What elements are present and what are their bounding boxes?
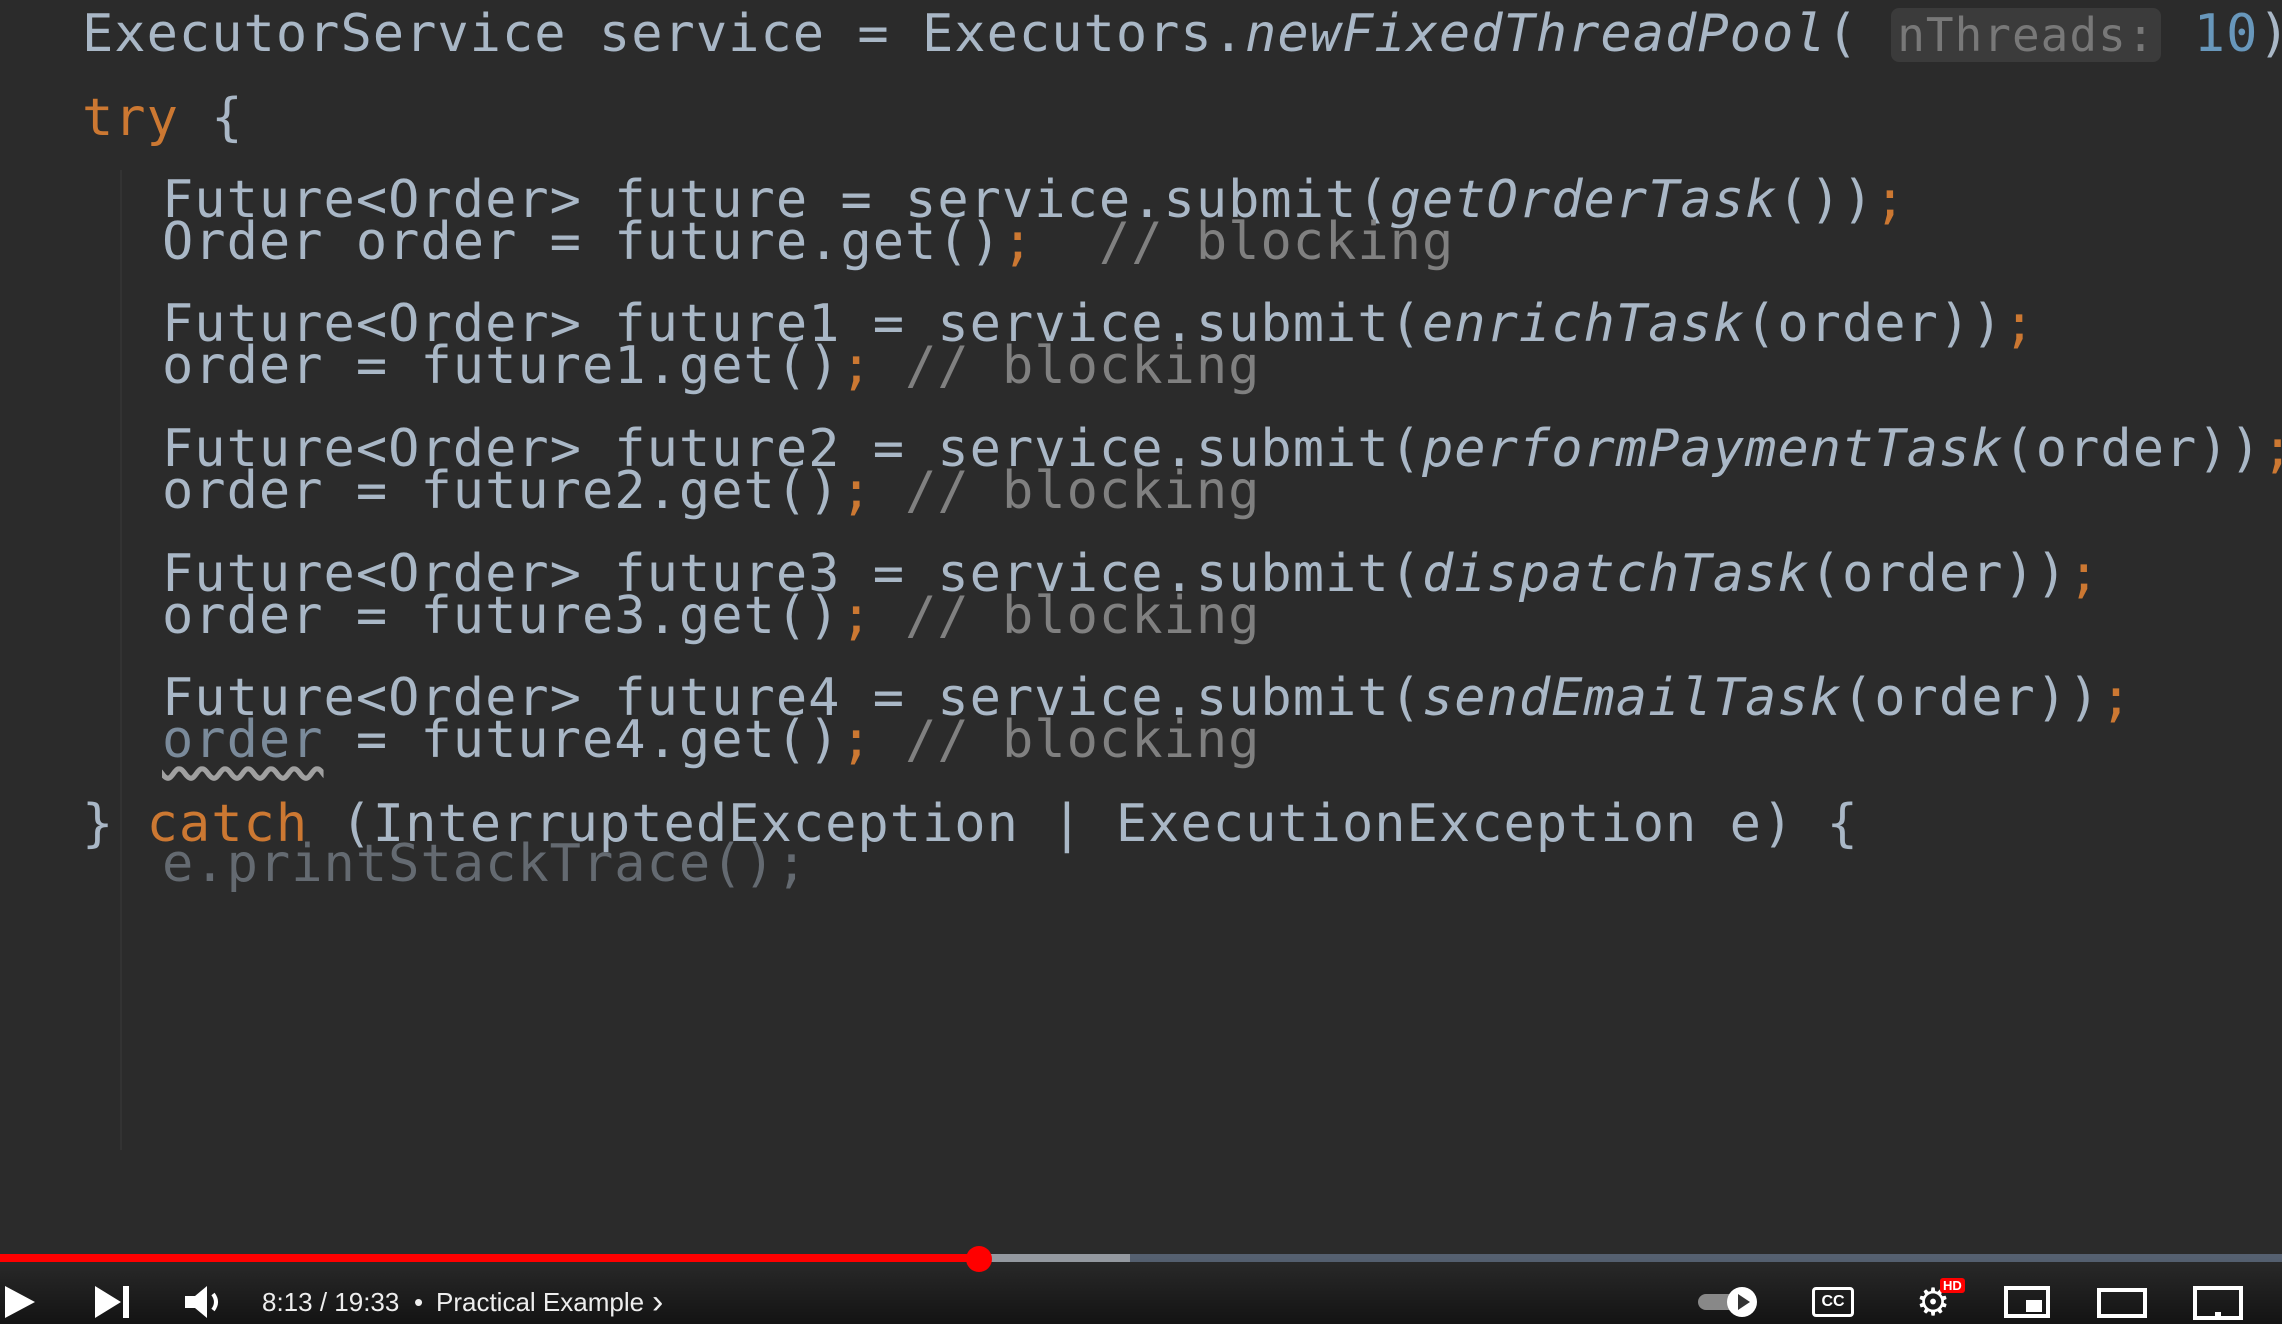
code-line-future1-get: order = future1.get(); // blocking — [162, 336, 1260, 396]
code-line-order-get: Order order = future.get(); // blocking — [162, 212, 1454, 272]
code-text: order = future1.get() — [162, 336, 841, 396]
number-literal: 10 — [2193, 4, 2259, 64]
play-button[interactable] — [0, 1282, 40, 1322]
code-text: = future4.get() — [323, 710, 841, 770]
progress-played — [0, 1254, 979, 1262]
keyword-try: try — [82, 88, 179, 148]
miniplayer-button[interactable] — [2002, 1282, 2052, 1322]
semicolon: ; — [2100, 668, 2133, 728]
separator-dot: • — [414, 1286, 424, 1317]
semicolon: ; — [2003, 294, 2036, 354]
volume-button[interactable] — [180, 1282, 230, 1322]
code-comment: // blocking — [872, 461, 1261, 521]
code-text: } — [82, 794, 147, 854]
code-text: (order)) — [1745, 294, 2004, 354]
code-text: (order)) — [1809, 544, 2069, 604]
play-icon — [5, 1286, 35, 1318]
semicolon: ; — [1874, 170, 1907, 230]
code-text: (order)) — [1841, 668, 2101, 728]
semicolon: ; — [840, 461, 873, 521]
progress-scrubber-handle[interactable] — [965, 1246, 992, 1272]
code-line-future2-get: order = future2.get(); // blocking — [162, 461, 1260, 521]
chevron-right-icon[interactable]: › — [652, 1282, 663, 1322]
semicolon: ; — [840, 336, 873, 396]
fullscreen-button[interactable] — [2192, 1282, 2244, 1322]
method-name: dispatchTask — [1421, 544, 1810, 604]
code-text: ( — [1826, 4, 1892, 64]
semicolon: ; — [2262, 419, 2282, 479]
subtitles-button[interactable]: CC — [1810, 1282, 1856, 1322]
code-line-future3-get: order = future3.get(); // blocking — [162, 586, 1260, 646]
code-text: ) — [2258, 4, 2282, 64]
code-text: (order)) — [2003, 419, 2262, 479]
time-display: 8:13 / 19:33 — [262, 1286, 400, 1317]
theater-mode-icon — [2097, 1288, 2147, 1318]
code-text: order = future2.get() — [162, 461, 841, 521]
semicolon: ; — [2068, 544, 2101, 604]
code-text: ()) — [1777, 170, 1875, 230]
parameter-hint: nThreads: — [1891, 8, 2162, 62]
fullscreen-icon — [2193, 1286, 2243, 1320]
code-text: { — [178, 88, 244, 148]
semicolon: ; — [1001, 212, 1035, 272]
volume-icon — [185, 1286, 218, 1318]
unused-variable-warning: order — [162, 710, 324, 770]
code-text: ExecutorService service = Executors. — [82, 4, 1246, 64]
semicolon: ; — [840, 586, 873, 646]
code-editor-view: ExecutorService service = Executors.newF… — [0, 0, 2282, 1260]
code-text: order = future3.get() — [162, 586, 841, 646]
chapter-title[interactable]: Practical Example — [436, 1282, 644, 1322]
code-line-try: try { — [82, 88, 244, 148]
theater-mode-button[interactable] — [2096, 1282, 2148, 1322]
code-comment: // blocking — [872, 710, 1261, 770]
method-name: enrichTask — [1421, 294, 1746, 354]
cc-icon: CC — [1812, 1287, 1854, 1317]
indent-guide — [120, 170, 122, 1150]
code-text: Order order = future.get() — [162, 212, 1002, 272]
code-text: e.printStackTrace(); — [162, 834, 809, 894]
code-line-print-stacktrace: e.printStackTrace(); — [162, 834, 808, 894]
autoplay-toggle[interactable] — [1696, 1282, 1762, 1322]
settings-button[interactable]: ⚙ HD — [1908, 1278, 1965, 1324]
next-icon — [95, 1286, 129, 1318]
code-line-executor: ExecutorService service = Executors.newF… — [82, 4, 2282, 65]
autoplay-toggle-icon — [1698, 1287, 1757, 1317]
code-line-future4-get: order = future4.get(); // blocking — [162, 710, 1260, 770]
code-comment: // blocking — [872, 336, 1261, 396]
method-name: sendEmailTask — [1421, 668, 1842, 728]
next-button[interactable] — [90, 1282, 140, 1322]
code-comment: // blocking — [1034, 212, 1455, 272]
method-name: newFixedThreadPool — [1245, 4, 1827, 64]
code-comment: // blocking — [872, 586, 1261, 646]
miniplayer-icon — [2004, 1286, 2050, 1318]
hd-badge: HD — [1940, 1278, 1965, 1293]
method-name: performPaymentTask — [1421, 419, 2004, 479]
semicolon: ; — [840, 710, 873, 770]
